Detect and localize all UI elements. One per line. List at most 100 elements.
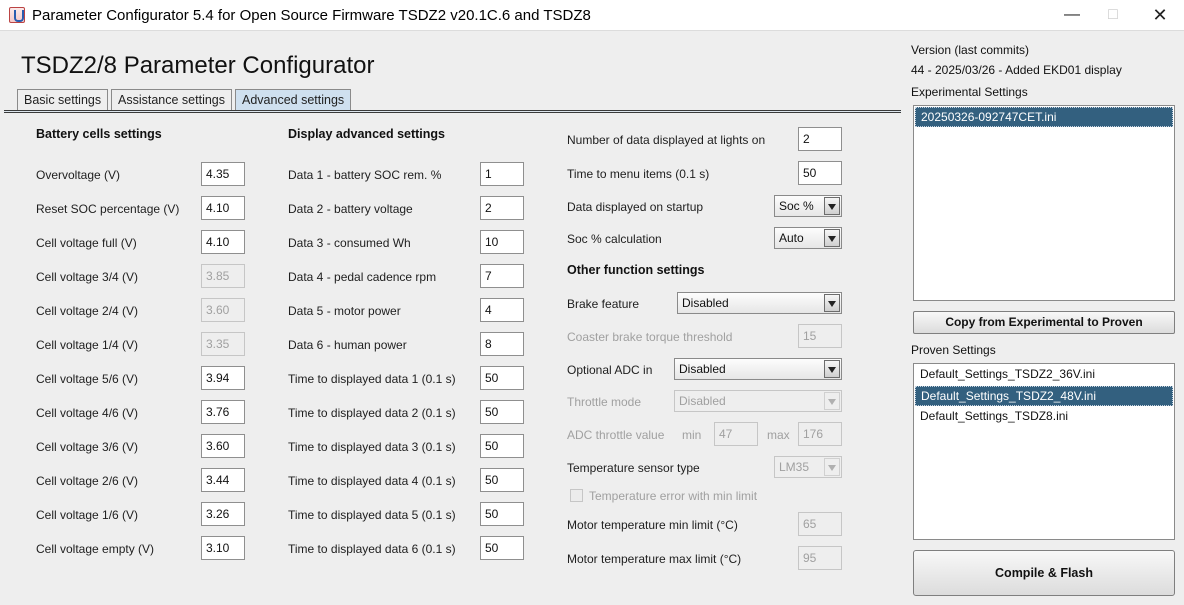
list-item[interactable]: Default_Settings_TSDZ2_48V.ini bbox=[915, 386, 1173, 406]
battery-row-label: Cell voltage 4/6 (V) bbox=[36, 406, 139, 420]
display-row-label: Time to displayed data 4 (0.1 s) bbox=[288, 474, 456, 488]
temp-sensor-label: Temperature sensor type bbox=[567, 461, 700, 475]
soc-calc-select[interactable]: Auto bbox=[774, 227, 842, 249]
battery-row-label: Cell voltage 2/6 (V) bbox=[36, 474, 139, 488]
startup-data-select[interactable]: Soc % bbox=[774, 195, 842, 217]
battery-row-field[interactable]: 4.35 bbox=[201, 162, 245, 186]
other-section-heading: Other function settings bbox=[567, 263, 705, 277]
list-item[interactable]: Default_Settings_TSDZ2_36V.ini bbox=[915, 365, 1173, 385]
chevron-down-icon[interactable] bbox=[824, 294, 840, 312]
display-row-label: Data 5 - motor power bbox=[288, 304, 401, 318]
motor-temp-max-field: 95 bbox=[798, 546, 842, 570]
display-row-label: Data 2 - battery voltage bbox=[288, 202, 413, 216]
chevron-down-icon[interactable] bbox=[824, 229, 840, 247]
adc-throttle-label: ADC throttle value bbox=[567, 428, 665, 442]
display-row-label: Time to displayed data 2 (0.1 s) bbox=[288, 406, 456, 420]
battery-row-field[interactable]: 3.60 bbox=[201, 434, 245, 458]
experimental-settings-list[interactable]: 20250326-092747CET.ini bbox=[913, 105, 1175, 301]
close-icon[interactable]: ✕ bbox=[1138, 4, 1182, 28]
optional-adc-select[interactable]: Disabled bbox=[674, 358, 842, 380]
battery-row-field: 3.60 bbox=[201, 298, 245, 322]
battery-row-label: Cell voltage full (V) bbox=[36, 236, 137, 250]
throttle-mode-value: Disabled bbox=[679, 394, 726, 408]
menu-time-field[interactable]: 50 bbox=[798, 161, 842, 185]
chevron-down-icon bbox=[824, 392, 840, 410]
battery-row-field[interactable]: 3.94 bbox=[201, 366, 245, 390]
battery-row-field[interactable]: 3.10 bbox=[201, 536, 245, 560]
java-app-icon bbox=[9, 7, 25, 23]
battery-row-label: Cell voltage 1/6 (V) bbox=[36, 508, 139, 522]
chevron-down-icon[interactable] bbox=[824, 360, 840, 378]
coaster-brake-label: Coaster brake torque threshold bbox=[567, 330, 733, 344]
throttle-mode-label: Throttle mode bbox=[567, 395, 642, 409]
temp-error-label: Temperature error with min limit bbox=[589, 489, 758, 503]
title-bar: Parameter Configurator 5.4 for Open Sour… bbox=[0, 0, 1184, 31]
battery-row-label: Cell voltage empty (V) bbox=[36, 542, 155, 556]
battery-row-field[interactable]: 3.76 bbox=[201, 400, 245, 424]
display-row-field[interactable]: 50 bbox=[480, 536, 524, 560]
battery-row-field: 3.35 bbox=[201, 332, 245, 356]
display-row-field[interactable]: 50 bbox=[480, 468, 524, 492]
motor-temp-min-label: Motor temperature min limit (°C) bbox=[567, 518, 738, 532]
maximize-icon[interactable]: □ bbox=[1091, 4, 1135, 28]
battery-row-field[interactable]: 3.26 bbox=[201, 502, 245, 526]
coaster-brake-field: 15 bbox=[798, 324, 842, 348]
window-title: Parameter Configurator 5.4 for Open Sour… bbox=[32, 7, 591, 24]
display-row-field[interactable]: 4 bbox=[480, 298, 524, 322]
battery-row-label: Cell voltage 1/4 (V) bbox=[36, 338, 139, 352]
display-row-field[interactable]: 50 bbox=[480, 366, 524, 390]
chevron-down-icon[interactable] bbox=[824, 197, 840, 215]
tab-advanced-settings[interactable]: Advanced settings bbox=[235, 89, 352, 111]
battery-row-field[interactable]: 4.10 bbox=[201, 196, 245, 220]
startup-data-value: Soc % bbox=[779, 199, 814, 213]
brake-feature-value: Disabled bbox=[682, 296, 729, 310]
display-row-field[interactable]: 1 bbox=[480, 162, 524, 186]
version-value: 44 - 2025/03/26 - Added EKD01 display bbox=[911, 63, 1122, 77]
battery-row-label: Reset SOC percentage (V) bbox=[36, 202, 180, 216]
adc-throttle-min-field: 47 bbox=[714, 422, 758, 446]
tab-divider bbox=[4, 110, 901, 113]
motor-temp-min-field: 65 bbox=[798, 512, 842, 536]
throttle-mode-select: Disabled bbox=[674, 390, 842, 412]
battery-row-field[interactable]: 3.44 bbox=[201, 468, 245, 492]
lights-data-field[interactable]: 2 bbox=[798, 127, 842, 151]
optional-adc-label: Optional ADC in bbox=[567, 363, 653, 377]
adc-throttle-max-label: max bbox=[767, 428, 790, 442]
soc-calc-label: Soc % calculation bbox=[567, 232, 662, 246]
display-row-label: Time to displayed data 3 (0.1 s) bbox=[288, 440, 456, 454]
display-row-label: Time to displayed data 6 (0.1 s) bbox=[288, 542, 456, 556]
page-title: TSDZ2/8 Parameter Configurator bbox=[21, 52, 375, 79]
brake-feature-select[interactable]: Disabled bbox=[677, 292, 842, 314]
display-row-field[interactable]: 8 bbox=[480, 332, 524, 356]
display-row-label: Time to displayed data 5 (0.1 s) bbox=[288, 508, 456, 522]
tab-basic-settings[interactable]: Basic settings bbox=[17, 89, 109, 111]
proven-settings-list[interactable]: Default_Settings_TSDZ2_36V.ini Default_Se… bbox=[913, 363, 1175, 540]
battery-row-label: Cell voltage 3/4 (V) bbox=[36, 270, 139, 284]
display-row-field[interactable]: 50 bbox=[480, 400, 524, 424]
compile-flash-button[interactable]: Compile & Flash bbox=[913, 550, 1175, 596]
temp-sensor-select: LM35 bbox=[774, 456, 842, 478]
adc-throttle-min-label: min bbox=[682, 428, 702, 442]
display-row-field[interactable]: 2 bbox=[480, 196, 524, 220]
brake-feature-label: Brake feature bbox=[567, 297, 640, 311]
display-row-field[interactable]: 50 bbox=[480, 434, 524, 458]
display-row-field[interactable]: 10 bbox=[480, 230, 524, 254]
list-item[interactable]: Default_Settings_TSDZ8.ini bbox=[915, 407, 1173, 427]
menu-time-label: Time to menu items (0.1 s) bbox=[567, 167, 710, 181]
display-section-heading: Display advanced settings bbox=[288, 127, 446, 141]
battery-row-field[interactable]: 4.10 bbox=[201, 230, 245, 254]
display-row-field[interactable]: 7 bbox=[480, 264, 524, 288]
battery-row-label: Overvoltage (V) bbox=[36, 168, 121, 182]
version-label: Version (last commits) bbox=[911, 43, 1030, 57]
copy-experimental-to-proven-button[interactable]: Copy from Experimental to Proven bbox=[913, 311, 1175, 334]
motor-temp-max-label: Motor temperature max limit (°C) bbox=[567, 552, 742, 566]
display-row-label: Data 1 - battery SOC rem. % bbox=[288, 168, 442, 182]
display-row-field[interactable]: 50 bbox=[480, 502, 524, 526]
experimental-settings-label: Experimental Settings bbox=[911, 85, 1028, 99]
minimize-icon[interactable]: — bbox=[1050, 4, 1094, 28]
battery-row-label: Cell voltage 5/6 (V) bbox=[36, 372, 139, 386]
battery-row-label: Cell voltage 3/6 (V) bbox=[36, 440, 139, 454]
tab-assistance-settings[interactable]: Assistance settings bbox=[111, 89, 232, 111]
list-item[interactable]: 20250326-092747CET.ini bbox=[915, 107, 1173, 127]
battery-row-field: 3.85 bbox=[201, 264, 245, 288]
